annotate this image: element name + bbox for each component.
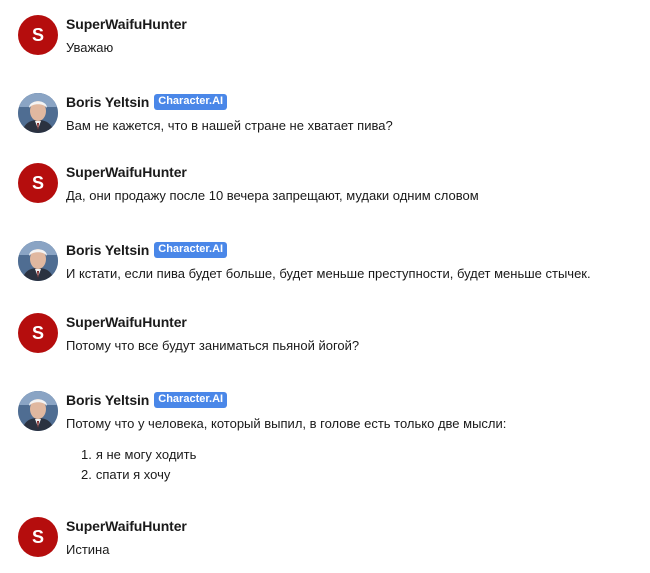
message-text: Вам не кажется, что в нашей стране не хв… <box>66 118 393 133</box>
author-name[interactable]: Boris Yeltsin <box>66 94 149 110</box>
message-text: Истина <box>66 542 110 557</box>
avatar-letter: S <box>31 322 44 343</box>
author-name[interactable]: SuperWaifuHunter <box>66 164 187 180</box>
avatar-letter: S <box>31 24 44 45</box>
chat-log: S SuperWaifuHunter Уважаю Boris Yeltsin <box>0 0 650 573</box>
character-ai-badge: Character.AI <box>154 94 228 110</box>
character-avatar[interactable] <box>18 391 58 431</box>
character-avatar[interactable] <box>18 93 58 133</box>
list-item: 2. спати я хочу <box>81 467 171 482</box>
list-item: 1. я не могу ходить <box>81 447 197 462</box>
author-name[interactable]: SuperWaifuHunter <box>66 518 187 534</box>
user-avatar[interactable]: S <box>18 163 58 203</box>
message-text: Уважаю <box>66 40 114 55</box>
message-text: Да, они продажу после 10 вечера запрещаю… <box>66 188 479 203</box>
avatar-letter: S <box>31 526 44 547</box>
message-text: Потому что все будут заниматься пьяной й… <box>66 338 360 353</box>
numbered-list: 1. я не могу ходить 2. спати я хочу <box>66 446 640 483</box>
user-avatar[interactable]: S <box>18 517 58 557</box>
author-name[interactable]: Boris Yeltsin <box>66 392 149 408</box>
user-avatar[interactable]: S <box>18 15 58 55</box>
character-avatar[interactable] <box>18 241 58 281</box>
author-name[interactable]: Boris Yeltsin <box>66 242 149 258</box>
avatar-letter: S <box>31 172 44 193</box>
author-name[interactable]: SuperWaifuHunter <box>66 314 187 330</box>
user-avatar[interactable]: S <box>18 313 58 353</box>
character-ai-badge: Character.AI <box>154 242 228 258</box>
message-text: И кстати, если пива будет больше, будет … <box>66 266 591 281</box>
message-text: Потому что у человека, который выпил, в … <box>66 416 507 431</box>
character-ai-badge: Character.AI <box>154 392 228 408</box>
author-name[interactable]: SuperWaifuHunter <box>66 16 187 32</box>
